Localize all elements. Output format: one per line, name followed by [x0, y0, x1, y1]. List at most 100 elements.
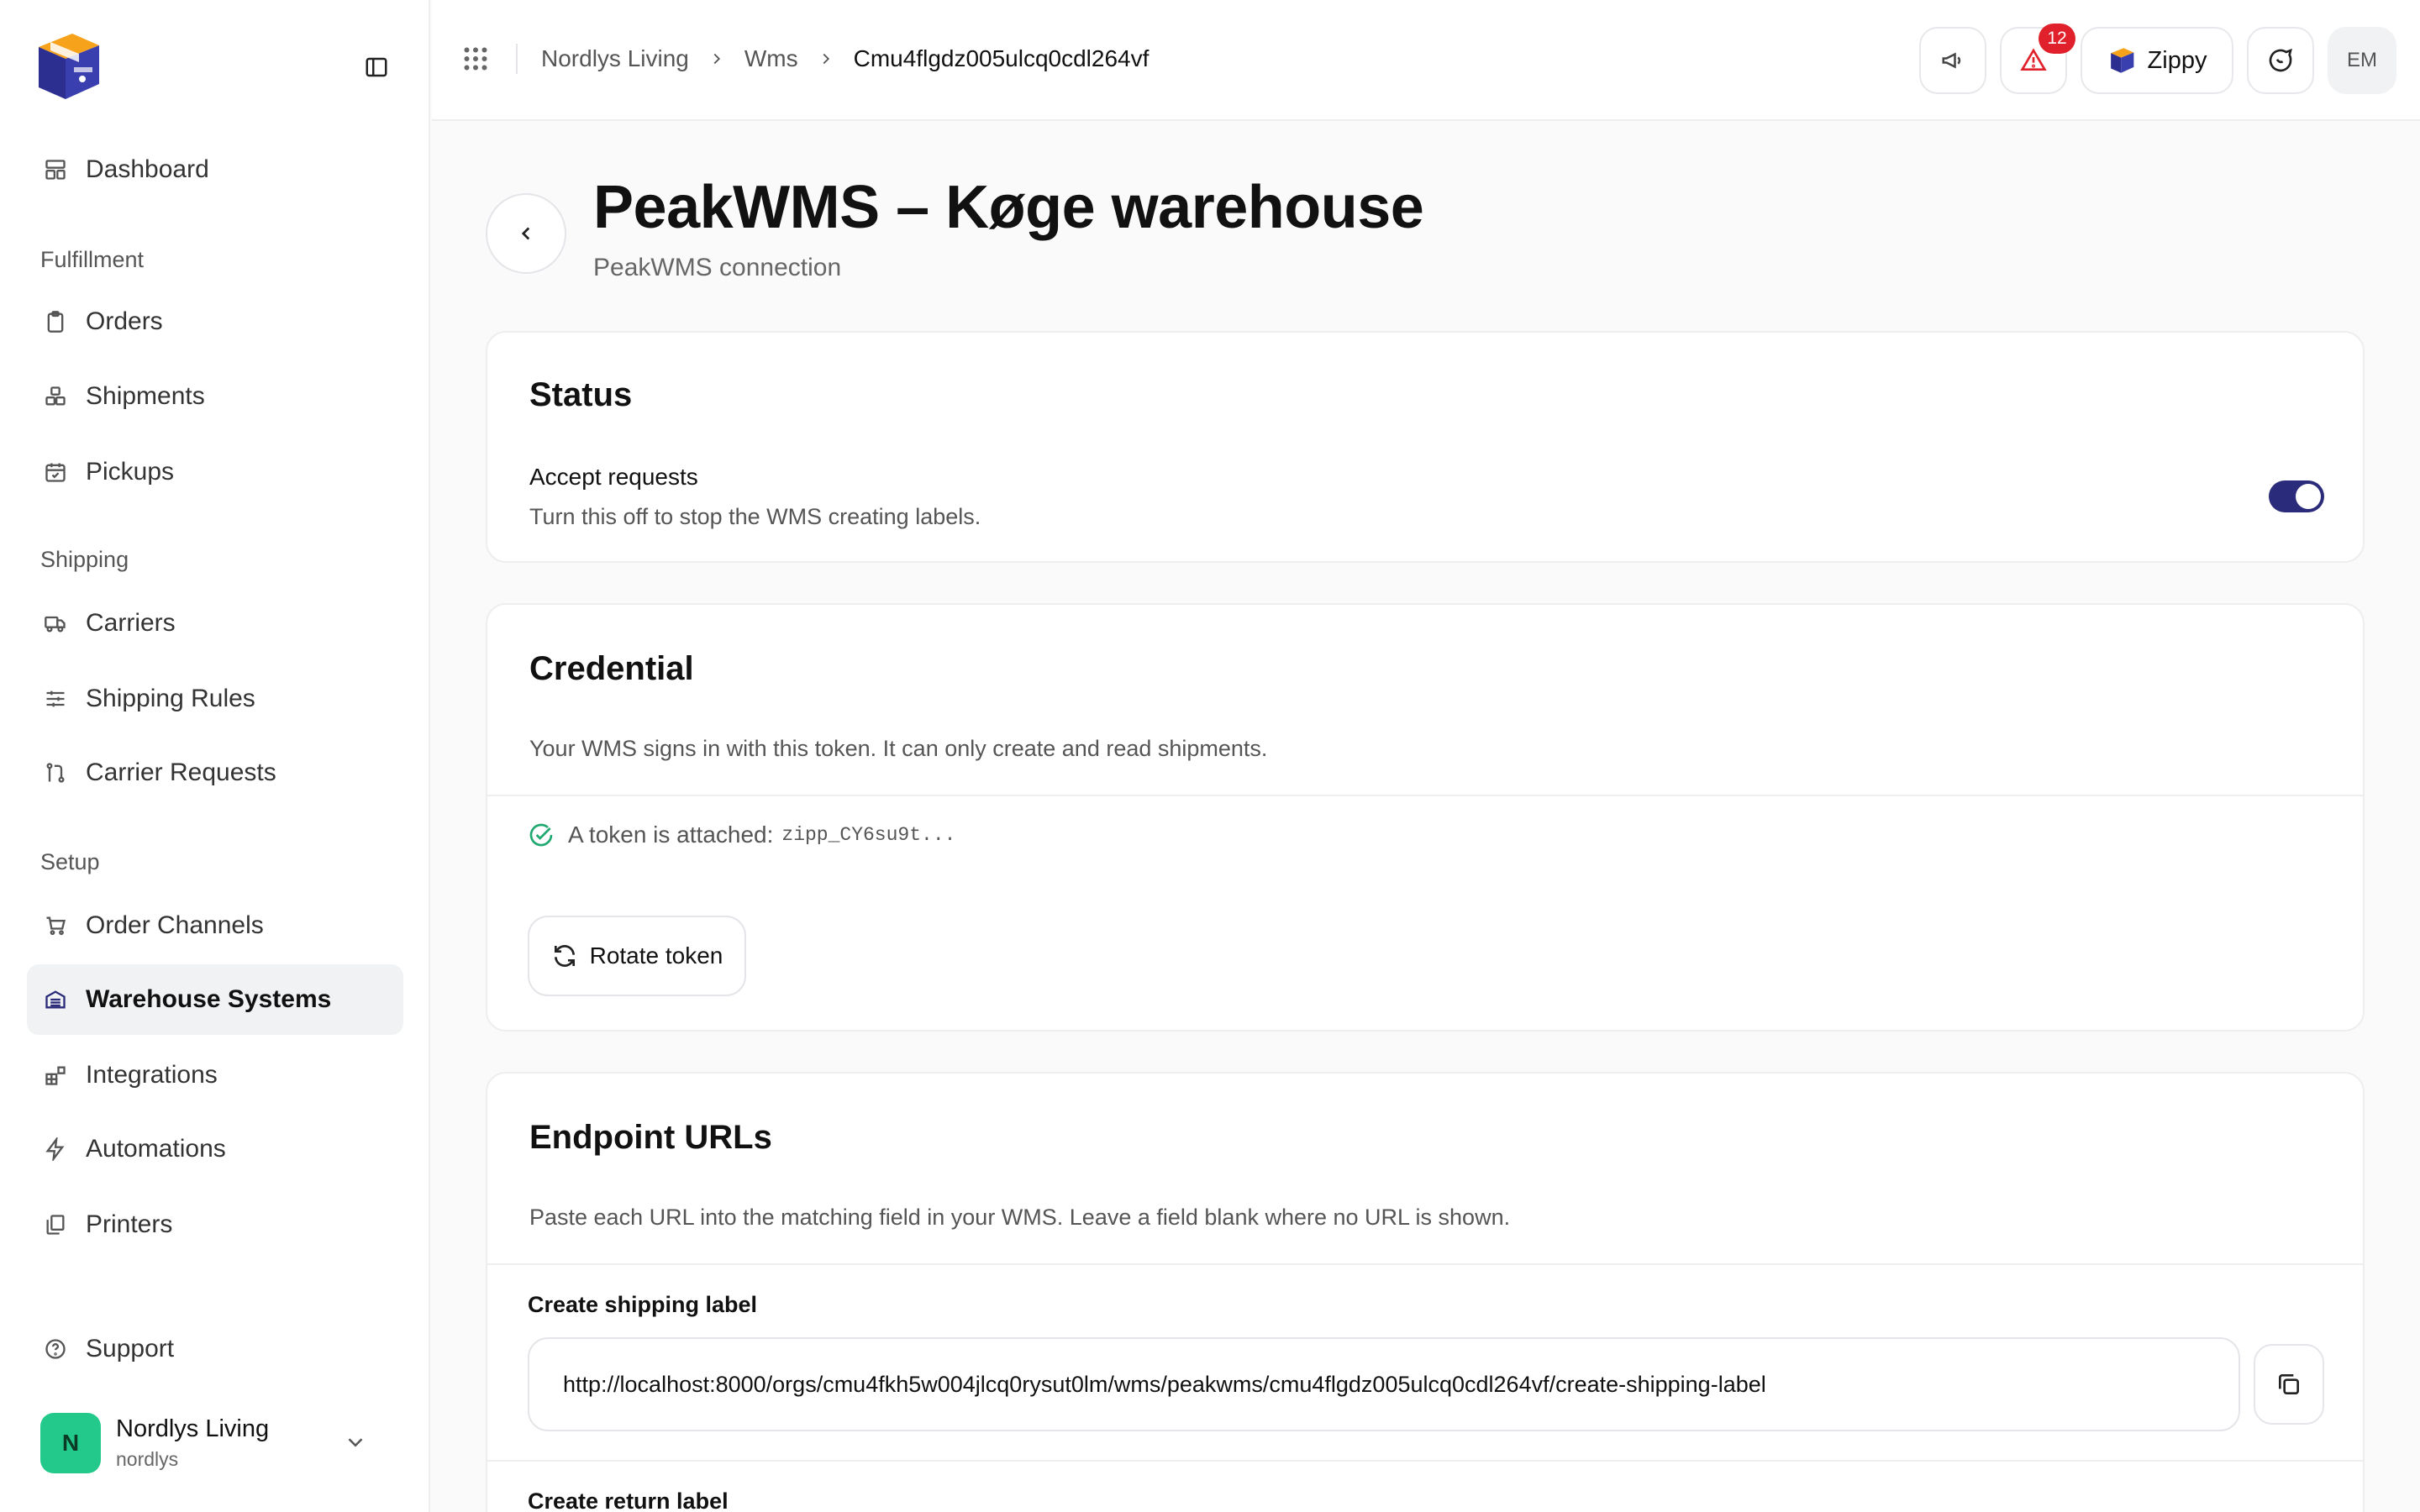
sidebar-item-order-channels[interactable]: Order Channels [27, 890, 403, 961]
sidebar-item-label: Pickups [86, 458, 175, 486]
section-label-setup: Setup [40, 849, 100, 874]
user-menu-button[interactable]: EM [2328, 27, 2396, 94]
zippy-logo-icon [2110, 48, 2133, 73]
git-pull-icon [42, 759, 69, 786]
megaphone-icon [1942, 52, 1961, 69]
avatar: N [40, 1413, 101, 1473]
sidebar-item-label: Shipping Rules [86, 685, 255, 712]
create-shipping-label-url-field[interactable]: http://localhost:8000/orgs/cmu4fkh5w004j… [528, 1337, 2240, 1431]
divider [487, 1263, 2363, 1265]
sidebar-item-label: Order Channels [86, 911, 264, 939]
notification-badge: 12 [2039, 24, 2075, 54]
sidebar-item-label: Dashboard [86, 155, 209, 183]
workspace-label: Zippy [2147, 46, 2207, 74]
message-circle-icon [2269, 48, 2292, 72]
sidebar-item-label: Shipments [86, 382, 205, 410]
token-value: zipp_CY6su9t... [781, 824, 956, 846]
chevron-down-icon [348, 1438, 363, 1447]
sidebar-item-carrier-requests[interactable]: Carrier Requests [27, 738, 403, 808]
sidebar-item-label: Automations [86, 1135, 226, 1163]
sidebar-item-dashboard[interactable]: Dashboard [27, 134, 403, 205]
credential-card: Credential Your WMS signs in with this t… [486, 603, 2365, 1032]
card-title: Endpoint URLs [529, 1119, 772, 1156]
breadcrumb: Nordlys Living Wms Cmu4flgdz005ulcq0cdl2… [541, 44, 1149, 74]
panel-left-icon [366, 57, 387, 77]
truck-icon [42, 610, 69, 637]
section-label-fulfillment: Fulfillment [40, 247, 145, 272]
breadcrumb-item[interactable]: Nordlys Living [541, 45, 689, 72]
endpoints-card: Endpoint URLs Paste each URL into the ma… [486, 1072, 2365, 1512]
account-switcher[interactable]: N Nordlys Living nordlys [40, 1410, 393, 1477]
sidebar-item-warehouse-systems[interactable]: Warehouse Systems [27, 964, 403, 1035]
sidebar-item-label: Orders [86, 307, 163, 335]
back-button[interactable] [486, 193, 566, 274]
divider [487, 795, 2363, 796]
sidebar-item-integrations[interactable]: Integrations [27, 1040, 403, 1110]
workspace-button[interactable]: Zippy [2081, 27, 2233, 94]
breadcrumb-current: Cmu4flgdz005ulcq0cdl264vf [853, 45, 1150, 71]
sidebar-toggle-button[interactable] [360, 52, 393, 82]
sidebar-item-label: Carrier Requests [86, 759, 276, 786]
dashboard-icon [42, 156, 69, 183]
setting-label: Accept requests [529, 464, 698, 490]
sidebar-item-printers[interactable]: Printers [27, 1189, 403, 1260]
toggle-knob [2296, 484, 2321, 509]
sliders-icon [42, 685, 69, 712]
card-title: Credential [529, 650, 694, 687]
card-description: Paste each URL into the matching field i… [529, 1205, 1511, 1230]
divider [487, 1460, 2363, 1462]
printer-copy-icon [42, 1211, 69, 1238]
status-card: Status Accept requests Turn this off to … [486, 331, 2365, 563]
cart-icon [42, 912, 69, 939]
announcements-button[interactable] [1919, 27, 1986, 94]
chat-button[interactable] [2247, 27, 2314, 94]
card-title: Status [529, 376, 633, 413]
rotate-token-button[interactable]: Rotate token [528, 916, 746, 996]
account-name: Nordlys Living [116, 1415, 270, 1442]
bolt-icon [42, 1136, 69, 1163]
sidebar-item-shipments[interactable]: Shipments [27, 361, 403, 432]
page-subtitle: PeakWMS connection [593, 254, 842, 281]
sidebar-item-orders[interactable]: Orders [27, 286, 403, 357]
sidebar: Dashboard Fulfillment Orders Shipments P… [0, 0, 430, 1512]
token-status-text: A token is attached: [568, 822, 774, 848]
boxes-icon [42, 383, 69, 410]
sidebar-item-carriers[interactable]: Carriers [27, 588, 403, 659]
top-bar: Nordlys Living Wms Cmu4flgdz005ulcq0cdl2… [432, 0, 2420, 121]
token-status: A token is attached: zipp_CY6su9t... [528, 822, 955, 848]
sidebar-item-support[interactable]: Support [27, 1314, 403, 1384]
check-circle-icon [529, 823, 553, 847]
setting-help: Turn this off to stop the WMS creating l… [529, 504, 981, 529]
card-description: Your WMS signs in with this token. It ca… [529, 736, 1268, 761]
sidebar-item-label: Warehouse Systems [86, 985, 332, 1013]
sidebar-item-automations[interactable]: Automations [27, 1114, 403, 1184]
rotate-token-label: Rotate token [589, 942, 723, 969]
breadcrumb-item[interactable]: Wms [744, 45, 798, 72]
chevron-right-icon [817, 50, 835, 68]
app-logo[interactable] [30, 29, 104, 104]
alert-triangle-icon [2020, 48, 2047, 71]
apps-grid-icon[interactable] [460, 44, 491, 78]
copy-url-button[interactable] [2254, 1344, 2324, 1425]
field-label-create-shipping-label: Create shipping label [528, 1292, 758, 1317]
sidebar-item-label: Carriers [86, 609, 176, 637]
alerts-button[interactable]: 12 [2000, 24, 2075, 94]
copy-icon [2279, 1374, 2299, 1394]
sidebar-item-pickups[interactable]: Pickups [27, 437, 403, 507]
refresh-icon [554, 945, 575, 967]
sidebar-item-label: Printers [86, 1210, 173, 1238]
divider [516, 44, 518, 74]
chevron-left-icon [521, 227, 530, 240]
section-label-shipping: Shipping [40, 547, 129, 572]
page-title: PeakWMS – Køge warehouse [593, 174, 1424, 241]
field-label-create-return-label: Create return label [528, 1488, 729, 1512]
sidebar-item-shipping-rules[interactable]: Shipping Rules [27, 664, 403, 734]
warehouse-icon [42, 986, 69, 1013]
blocks-icon [42, 1062, 69, 1089]
calendar-check-icon [42, 459, 69, 486]
clipboard-icon [42, 308, 69, 335]
sidebar-item-label: Integrations [86, 1061, 218, 1089]
account-handle: nordlys [116, 1448, 179, 1470]
accept-requests-toggle[interactable] [2269, 480, 2324, 512]
sidebar-item-label: Support [86, 1335, 175, 1362]
